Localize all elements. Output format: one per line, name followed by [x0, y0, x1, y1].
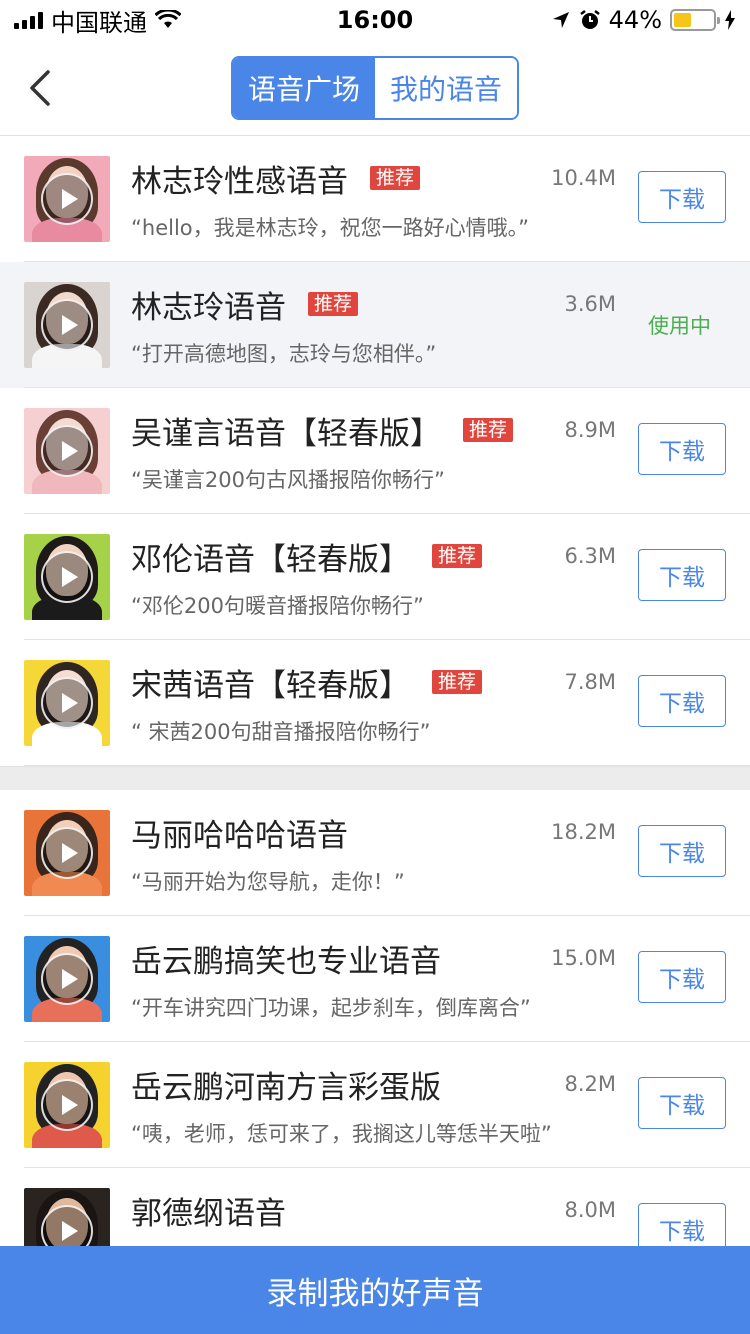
play-icon[interactable] — [41, 1079, 93, 1131]
voice-file-size: 18.2M — [551, 820, 616, 844]
status-bar-left: 中国联通 — [14, 3, 181, 38]
voice-title: 郭德纲语音 — [131, 1195, 286, 1232]
play-icon[interactable] — [41, 551, 93, 603]
charging-icon — [725, 10, 735, 30]
voice-file-size: 8.9M — [564, 418, 616, 442]
voice-list-item[interactable]: 邓伦语音【轻春版】 推荐 6.3M “邓伦200句暖音播报陪你畅行” 下载 — [0, 514, 750, 640]
voice-description: “hello，我是林志玲，祝您一路好心情哦。” — [131, 216, 530, 240]
voice-title-row: 岳云鹏搞笑也专业语音 — [131, 938, 441, 980]
voice-avatar[interactable] — [24, 408, 110, 494]
voice-title: 林志玲性感语音 — [131, 163, 348, 200]
list-divider — [24, 765, 750, 766]
voice-title: 林志玲语音 — [131, 289, 286, 326]
voice-avatar[interactable] — [24, 156, 110, 242]
voice-file-size: 15.0M — [551, 946, 616, 970]
recommended-badge: 推荐 — [432, 544, 483, 568]
play-icon[interactable] — [41, 953, 93, 1005]
voice-title: 马丽哈哈哈语音 — [131, 817, 348, 854]
voice-list-item[interactable]: 岳云鹏搞笑也专业语音 15.0M “开车讲究四门功课，起步刹车，倒库离合” 下载 — [0, 916, 750, 1042]
status-bar: 中国联通 44% 16:00 — [0, 0, 750, 40]
carrier-label: 中国联通 — [51, 8, 147, 37]
signal-icon — [14, 11, 43, 29]
voice-avatar[interactable] — [24, 660, 110, 746]
play-icon[interactable] — [41, 677, 93, 729]
recommended-voices: 林志玲性感语音 推荐 10.4M “hello，我是林志玲，祝您一路好心情哦。” 下载林… — [0, 136, 750, 766]
voice-list-item[interactable]: 林志玲性感语音 推荐 10.4M “hello，我是林志玲，祝您一路好心情哦。” 下载 — [0, 136, 750, 262]
voice-avatar[interactable] — [24, 282, 110, 368]
voice-list-item[interactable]: 马丽哈哈哈语音 18.2M “马丽开始为您导航，走你！” 下载 — [0, 790, 750, 916]
download-button[interactable]: 下载 — [638, 825, 726, 877]
voice-description: “吴谨言200句古风播报陪你畅行” — [131, 468, 445, 492]
play-icon[interactable] — [41, 173, 93, 225]
voice-list-item[interactable]: 吴谨言语音【轻春版】 推荐 8.9M “吴谨言200句古风播报陪你畅行” 下载 — [0, 388, 750, 514]
recommended-badge: 推荐 — [370, 166, 421, 190]
voice-list-item[interactable]: 宋茜语音【轻春版】 推荐 7.8M “ 宋茜200句甜音播报陪你畅行” 下载 — [0, 640, 750, 766]
voice-title-row: 林志玲性感语音 推荐 — [131, 158, 421, 200]
voice-title: 邓伦语音【轻春版】 — [131, 541, 410, 578]
voice-tab-switcher: 语音广场 我的语音 — [231, 56, 519, 120]
battery-percent: 44% — [608, 6, 662, 34]
voice-description: “打开高德地图，志玲与您相伴。” — [131, 342, 437, 366]
voice-list: 林志玲性感语音 推荐 10.4M “hello，我是林志玲，祝您一路好心情哦。” 下载林… — [0, 136, 750, 1294]
voice-title-row: 吴谨言语音【轻春版】 推荐 — [131, 410, 514, 452]
download-button[interactable]: 下载 — [638, 549, 726, 601]
voice-title: 岳云鹏搞笑也专业语音 — [131, 943, 441, 980]
voice-description: “马丽开始为您导航，走你！” — [131, 870, 405, 894]
voice-avatar[interactable] — [24, 936, 110, 1022]
voice-description: “咦，老师，恁可来了，我搁这儿等恁半天啦” — [131, 1122, 552, 1146]
voice-list-item[interactable]: 林志玲语音 推荐 3.6M “打开高德地图，志玲与您相伴。” 使用中 — [0, 262, 750, 388]
voice-file-size: 8.0M — [564, 1198, 616, 1222]
alarm-icon — [579, 10, 600, 29]
voice-file-size: 3.6M — [564, 292, 616, 316]
tab-voice-plaza[interactable]: 语音广场 — [233, 58, 375, 118]
recommended-badge: 推荐 — [432, 670, 483, 694]
voice-avatar[interactable] — [24, 810, 110, 896]
section-gap — [0, 766, 750, 790]
voice-file-size: 6.3M — [564, 544, 616, 568]
wifi-icon — [155, 10, 181, 28]
download-button[interactable]: 下载 — [638, 951, 726, 1003]
more-voices: 马丽哈哈哈语音 18.2M “马丽开始为您导航，走你！” 下载 岳云鹏搞笑也专业语音 15… — [0, 790, 750, 1294]
download-button[interactable]: 下载 — [638, 171, 726, 223]
battery-icon — [670, 9, 720, 31]
location-arrow-icon — [552, 12, 569, 28]
voice-file-size: 10.4M — [551, 166, 616, 190]
voice-avatar[interactable] — [24, 1062, 110, 1148]
voice-file-size: 8.2M — [564, 1072, 616, 1096]
in-use-label: 使用中 — [648, 314, 711, 338]
nav-bar: 语音广场 我的语音 — [0, 40, 750, 136]
voice-title-row: 林志玲语音 推荐 — [131, 284, 359, 326]
play-icon[interactable] — [41, 827, 93, 879]
voice-description: “邓伦200句暖音播报陪你畅行” — [131, 594, 424, 618]
download-button[interactable]: 下载 — [638, 675, 726, 727]
voice-file-size: 7.8M — [564, 670, 616, 694]
voice-title-row: 马丽哈哈哈语音 — [131, 812, 348, 854]
back-arrow-icon[interactable] — [22, 68, 62, 108]
record-voice-button[interactable]: 录制我的好声音 — [0, 1246, 750, 1334]
play-icon[interactable] — [41, 299, 93, 351]
voice-title-row: 郭德纲语音 — [131, 1190, 286, 1232]
tab-my-voices[interactable]: 我的语音 — [375, 58, 517, 118]
voice-description: “开车讲究四门功课，起步刹车，倒库离合” — [131, 996, 531, 1020]
voice-title: 吴谨言语音【轻春版】 — [131, 415, 441, 452]
voice-title-row: 宋茜语音【轻春版】 推荐 — [131, 662, 483, 704]
play-icon[interactable] — [41, 425, 93, 477]
status-bar-right: 44% — [551, 6, 736, 34]
download-button[interactable]: 下载 — [638, 1077, 726, 1129]
voice-avatar[interactable] — [24, 534, 110, 620]
voice-description: “ 宋茜200句甜音播报陪你畅行” — [131, 720, 431, 744]
download-button[interactable]: 下载 — [638, 423, 726, 475]
recommended-badge: 推荐 — [463, 418, 514, 442]
voice-title-row: 岳云鹏河南方言彩蛋版 — [131, 1064, 441, 1106]
voice-title-row: 邓伦语音【轻春版】 推荐 — [131, 536, 483, 578]
voice-list-item[interactable]: 岳云鹏河南方言彩蛋版 8.2M “咦，老师，恁可来了，我搁这儿等恁半天啦” 下载 — [0, 1042, 750, 1168]
voice-title: 宋茜语音【轻春版】 — [131, 667, 410, 704]
recommended-badge: 推荐 — [308, 292, 359, 316]
voice-title: 岳云鹏河南方言彩蛋版 — [131, 1069, 441, 1106]
